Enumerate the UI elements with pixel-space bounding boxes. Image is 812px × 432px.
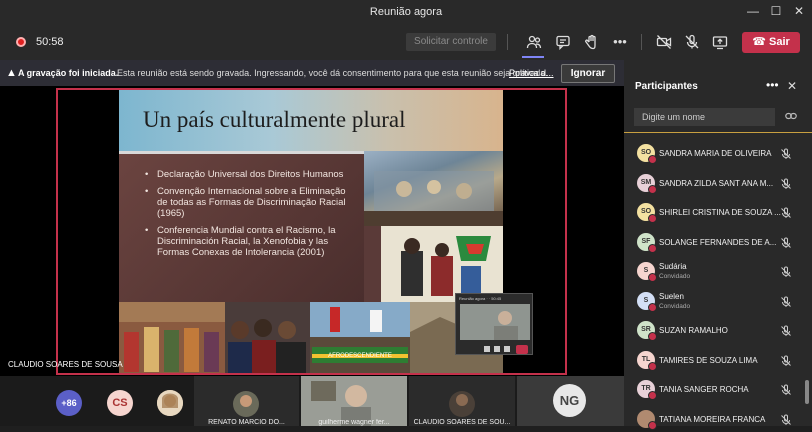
request-control-button[interactable]: Solicitar controle <box>406 33 496 51</box>
participant-avatar: SF <box>637 232 657 253</box>
panel-more-icon[interactable]: ••• <box>766 78 779 92</box>
video-tile-name: CLAUDIO SOARES DE SOU... <box>413 419 511 426</box>
avatar-cs: CS <box>107 390 133 416</box>
mic-off-icon[interactable] <box>682 32 702 52</box>
banner-title: A gravação foi iniciada. <box>18 68 119 78</box>
participant-avatar: S <box>637 262 657 282</box>
participant-role: Convidado <box>659 302 691 310</box>
video-tile-renato[interactable]: RENATO MARCIO DO... <box>194 376 299 426</box>
participant-avatar: TR <box>637 380 657 400</box>
mic-muted-icon[interactable] <box>780 265 792 277</box>
participant-row[interactable]: SR SUZAN RAMALHO <box>624 313 804 343</box>
participant-name: SHIRLEI CRISTINA DE SOUZA ... <box>659 208 781 217</box>
share-screen-icon[interactable] <box>710 32 730 52</box>
meeting-timer: 50:58 <box>36 36 64 48</box>
mic-muted-icon[interactable] <box>780 206 792 218</box>
participant-row[interactable]: TR TANIA SANGER ROCHA <box>624 372 804 402</box>
participant-search-input[interactable]: Digite um nome <box>634 108 775 126</box>
video-tile-guilherme[interactable]: guilherme wagner fer... <box>301 376 407 426</box>
warning-icon: ▲ <box>6 67 17 79</box>
participant-row[interactable]: TL TAMIRES DE SOUZA LIMA <box>624 343 804 373</box>
video-tile-name: guilherme wagner fer... <box>318 419 390 426</box>
participant-row[interactable]: TATIANA MOREIRA FRANCA <box>624 402 804 432</box>
participant-name: TATIANA MOREIRA FRANCA <box>659 414 766 424</box>
participant-name: TAMIRES DE SOUZA LIMA <box>659 355 758 365</box>
minimize-button[interactable]: — <box>742 0 764 24</box>
participant-avatar: S <box>637 291 657 312</box>
more-participants-badge[interactable]: +86 <box>56 390 82 416</box>
participant-avatar <box>637 409 657 430</box>
participant-name: SUZAN RAMALHO <box>659 326 728 335</box>
mini-video <box>460 304 530 340</box>
participant-avatar: TL <box>637 350 657 371</box>
mic-muted-icon[interactable] <box>780 147 792 159</box>
participant-avatar: SO <box>637 203 657 223</box>
mini-meeting-window: Reunião agora · · 50:45 <box>455 293 533 355</box>
mic-muted-icon[interactable] <box>780 354 792 366</box>
participant-avatar: SO <box>637 144 657 164</box>
video-tile-ng[interactable]: NG <box>517 376 624 426</box>
participant-row[interactable]: SF SOLANGE FERNANDES DE A... <box>624 225 804 255</box>
recording-banner: ▲ A gravação foi iniciada. Esta reunião … <box>0 60 624 86</box>
participants-icon[interactable] <box>524 32 544 52</box>
mini-controls <box>460 342 530 354</box>
mic-muted-icon[interactable] <box>780 177 792 189</box>
participant-row[interactable]: S Suelen Convidado <box>624 284 804 314</box>
camera-off-icon[interactable] <box>654 32 674 52</box>
close-window-button[interactable]: ✕ <box>788 0 810 24</box>
participant-row[interactable]: S Sudária Convidado <box>624 254 804 284</box>
avatar-photo <box>157 390 183 416</box>
participant-avatar: SR <box>637 321 657 341</box>
participant-avatar: SM <box>637 173 657 194</box>
leave-label: Sair <box>768 36 790 48</box>
hangup-icon: ☎ <box>752 36 766 48</box>
toolbar-divider-2 <box>641 34 642 50</box>
mic-muted-icon[interactable] <box>780 236 792 248</box>
participant-name: TANIA SANGER ROCHA <box>659 385 749 394</box>
mic-muted-icon[interactable] <box>780 324 792 336</box>
mic-muted-icon[interactable] <box>780 295 792 307</box>
participant-role: Convidado <box>659 273 691 280</box>
participant-name: Sudária <box>659 262 687 271</box>
recording-icon <box>16 37 26 47</box>
panel-scrollbar[interactable] <box>805 380 809 404</box>
mic-muted-icon[interactable] <box>780 413 792 425</box>
more-actions-icon[interactable]: ••• <box>610 32 630 52</box>
avatar-ng: NG <box>553 384 586 417</box>
participant-row[interactable]: SO SHIRLEI CRISTINA DE SOUZA ... <box>624 195 804 225</box>
raise-hand-icon[interactable] <box>582 32 602 52</box>
meeting-toolbar: 50:58 Solicitar controle ••• ☎ Sair <box>0 24 812 60</box>
title-bar: Reunião agora — ☐ ✕ <box>0 0 812 24</box>
leave-button[interactable]: ☎ Sair <box>742 32 800 53</box>
participant-name: SANDRA ZILDA SANT ANA M... <box>659 178 774 188</box>
participant-row[interactable]: SM SANDRA ZILDA SANT ANA M... <box>624 166 804 196</box>
toolbar-divider <box>507 34 508 50</box>
chat-icon[interactable] <box>553 32 573 52</box>
window-title: Reunião agora <box>369 6 443 18</box>
panel-divider <box>624 132 812 133</box>
video-tile-name: RENATO MARCIO DO... <box>208 419 285 426</box>
participant-name: SOLANGE FERNANDES DE A... <box>659 237 777 247</box>
mic-muted-icon[interactable] <box>780 383 792 395</box>
panel-title: Participantes <box>635 81 698 92</box>
speaker-name-label: CLAUDIO SOARES DE SOUSA <box>8 360 123 369</box>
privacy-policy-link[interactable]: Política d... <box>509 60 554 86</box>
active-tab-indicator <box>522 56 544 58</box>
participant-name: SANDRA MARIA DE OLIVEIRA <box>659 149 772 158</box>
ignore-button[interactable]: Ignorar <box>561 64 615 83</box>
banner-text: Esta reunião está sendo gravada. Ingress… <box>117 68 548 78</box>
mini-window-title: Reunião agora · · 50:45 <box>459 296 502 301</box>
participant-name: Suelen <box>659 291 684 301</box>
share-invite-icon[interactable] <box>785 111 797 124</box>
maximize-button[interactable]: ☐ <box>765 0 787 24</box>
panel-close-icon[interactable]: ✕ <box>787 79 797 93</box>
video-tile-claudio[interactable]: CLAUDIO SOARES DE SOU... <box>409 376 515 426</box>
participant-row[interactable]: SO SANDRA MARIA DE OLIVEIRA <box>624 136 804 166</box>
